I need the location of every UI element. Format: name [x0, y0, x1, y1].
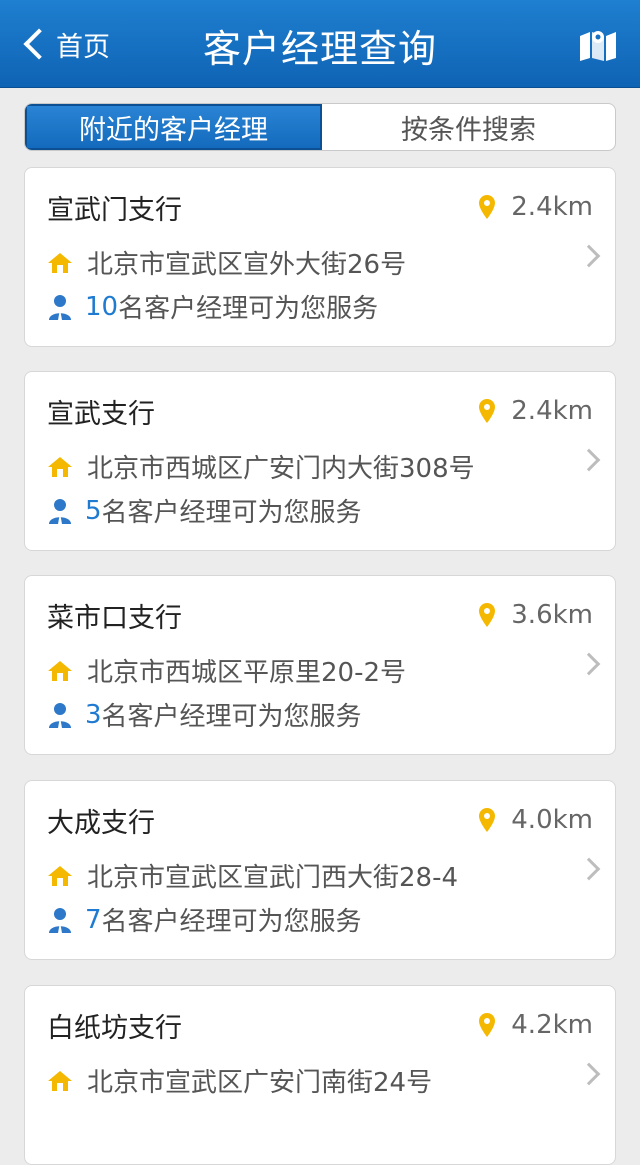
branch-card[interactable]: 白纸坊支行 4.2km 北京市宣武区广安门南街24号	[24, 985, 616, 1165]
branch-distance: 4.2km	[479, 1010, 593, 1040]
branch-address: 北京市宣武区广安门南街24号	[47, 1062, 432, 1099]
manager-count: 3	[85, 699, 102, 730]
location-pin-icon	[479, 1013, 496, 1037]
page-title: 客户经理查询	[202, 27, 437, 71]
manager-text: 名客户经理可为您服务	[118, 294, 379, 324]
branch-card[interactable]: 宣武门支行 2.4km 北京市宣武区宣外大街26号 10 名客户经理可为您服务	[24, 167, 616, 347]
branch-distance: 2.4km	[479, 192, 593, 222]
segment-control: 附近的客户经理 按条件搜索	[24, 103, 616, 151]
manager-count: 5	[85, 495, 102, 526]
address-text: 北京市西城区平原里20-2号	[87, 658, 407, 688]
distance-value: 4.2km	[511, 1010, 593, 1040]
tab-nearby-managers[interactable]: 附近的客户经理	[25, 104, 322, 150]
person-icon	[49, 702, 71, 728]
branch-card[interactable]: 菜市口支行 3.6km 北京市西城区平原里20-2号 3 名客户经理可为您服务	[24, 575, 616, 755]
manager-text: 名客户经理可为您服务	[101, 498, 362, 528]
branch-address: 北京市宣武区宣武门西大街28-4	[47, 857, 458, 894]
distance-value: 2.4km	[511, 396, 593, 426]
home-icon	[48, 660, 72, 681]
address-text: 北京市宣武区广安门南街24号	[87, 1068, 433, 1098]
branch-distance: 3.6km	[479, 600, 593, 630]
manager-info: 7 名客户经理可为您服务	[47, 901, 362, 938]
manager-info: 10 名客户经理可为您服务	[47, 288, 378, 325]
branch-name: 大成支行	[47, 808, 155, 839]
manager-text: 名客户经理可为您服务	[101, 907, 362, 937]
branch-distance: 4.0km	[479, 805, 593, 835]
branch-address: 北京市西城区广安门内大街308号	[47, 448, 475, 485]
branch-name: 宣武门支行	[47, 195, 182, 226]
distance-value: 3.6km	[511, 600, 593, 630]
home-icon	[48, 1070, 72, 1091]
address-text: 北京市宣武区宣外大街26号	[87, 250, 407, 280]
address-text: 北京市宣武区宣武门西大街28-4	[87, 863, 459, 893]
home-icon	[48, 865, 72, 886]
manager-text: 名客户经理可为您服务	[101, 702, 362, 732]
branch-name: 宣武支行	[47, 399, 155, 430]
branch-distance: 2.4km	[479, 396, 593, 426]
person-icon	[49, 294, 71, 320]
location-pin-icon	[479, 399, 496, 423]
location-pin-icon	[479, 808, 496, 832]
person-icon	[49, 498, 71, 524]
distance-value: 4.0km	[511, 805, 593, 835]
address-text: 北京市西城区广安门内大街308号	[87, 454, 475, 484]
navigation-bar: 首页 客户经理查询	[0, 0, 640, 88]
location-pin-icon	[479, 603, 496, 627]
home-icon	[48, 456, 72, 477]
distance-value: 2.4km	[511, 192, 593, 222]
branch-name: 菜市口支行	[47, 603, 182, 634]
branch-name: 白纸坊支行	[47, 1013, 182, 1044]
map-icon[interactable]	[578, 28, 618, 62]
manager-info: 5 名客户经理可为您服务	[47, 492, 362, 529]
chevron-right-icon	[577, 448, 601, 472]
manager-count: 7	[85, 904, 102, 935]
chevron-right-icon	[577, 652, 601, 676]
manager-info: 3 名客户经理可为您服务	[47, 696, 362, 733]
location-pin-icon	[479, 195, 496, 219]
person-icon	[49, 907, 71, 933]
branch-card[interactable]: 大成支行 4.0km 北京市宣武区宣武门西大街28-4 7 名客户经理可为您服务	[24, 780, 616, 960]
chevron-right-icon	[577, 244, 601, 268]
home-icon	[48, 252, 72, 273]
chevron-right-icon	[577, 857, 601, 881]
branch-address: 北京市西城区平原里20-2号	[47, 652, 406, 689]
tab-search-by-criteria[interactable]: 按条件搜索	[322, 104, 615, 150]
chevron-right-icon	[577, 1062, 601, 1086]
manager-count: 10	[85, 291, 119, 322]
branch-card[interactable]: 宣武支行 2.4km 北京市西城区广安门内大街308号 5 名客户经理可为您服务	[24, 371, 616, 551]
branch-address: 北京市宣武区宣外大街26号	[47, 244, 406, 281]
